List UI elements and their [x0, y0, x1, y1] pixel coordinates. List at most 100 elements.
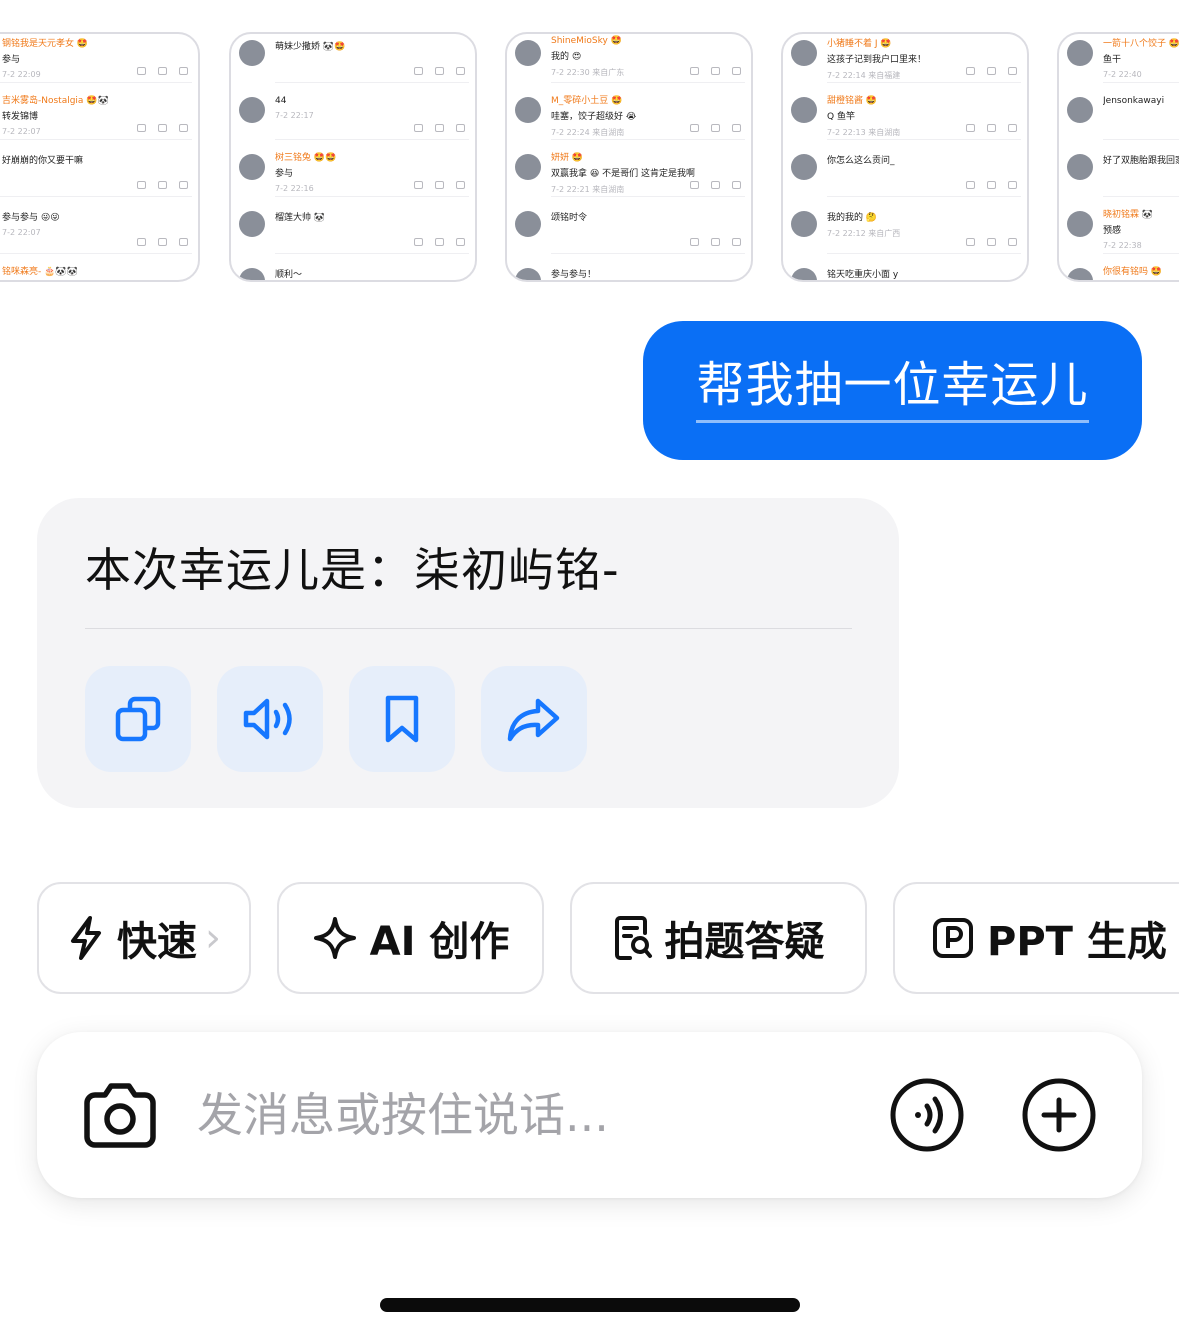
- comment-action-icons: [690, 238, 741, 246]
- comment-text: 你怎么这么贡问_: [827, 156, 895, 166]
- screenshot-thumbnail-5[interactable]: 一箭十八个饺子 🤩 鱼干 7-2 22:40 Jensonkawayi 好了双胞胎跟我回…: [1057, 32, 1179, 282]
- comment-meta: [275, 52, 467, 57]
- forward-icon: [966, 67, 975, 75]
- read-aloud-button[interactable]: [217, 666, 323, 772]
- comment-icon: [987, 238, 996, 246]
- comment-icon: [987, 181, 996, 189]
- share-button[interactable]: [481, 666, 587, 772]
- comment-text: 好了双胞胎跟我回家: [1103, 156, 1179, 166]
- avatar: [791, 97, 817, 123]
- comment-row: 参与参与 😜😜 7-2 22:07: [0, 197, 198, 254]
- reply-text: 本次幸运儿是：柒初屿铭-: [85, 543, 620, 597]
- user-message-bubble[interactable]: 帮我抽一位幸运儿: [643, 321, 1142, 460]
- chip-label: PPT 生成: [987, 919, 1167, 965]
- comment-name: [275, 83, 467, 93]
- chip-quick-mode[interactable]: 快速 ›: [37, 882, 251, 994]
- comment-icon: [435, 67, 444, 75]
- comment-meta: 7-2 22:40: [1103, 70, 1142, 79]
- comment-row: Jensonkawayi: [1059, 83, 1179, 140]
- avatar: [791, 40, 817, 66]
- screenshot-thumbnail-4[interactable]: 小猪睡不着 J 🤩 这孩子记到我户口里来！ 7-2 22:14 来自福建 甜橙铭酱 🤩…: [781, 32, 1029, 282]
- comment-icon: [158, 124, 167, 132]
- comment-icon: [711, 67, 720, 75]
- like-icon: [732, 124, 741, 132]
- comment-row: 你怎么这么贡问_: [783, 140, 1027, 197]
- comment-text: 颂铭时令: [551, 213, 588, 223]
- voice-button[interactable]: [889, 1077, 965, 1153]
- comment-name: 铭咪森亮- 🎂🐼🐼: [2, 267, 78, 277]
- comment-list: 一箭十八个饺子 🤩 鱼干 7-2 22:40 Jensonkawayi 好了双胞胎跟我回…: [1059, 34, 1179, 280]
- like-icon: [1008, 67, 1017, 75]
- comment-text: 参与参与 😜😜: [2, 213, 60, 223]
- comment-row: 甜橙铭酱 🤩 Q 鱼竿 7-2 22:13 来自湖南: [783, 83, 1027, 140]
- avatar: [239, 154, 265, 180]
- avatar: [1067, 40, 1093, 66]
- like-icon: [1008, 238, 1017, 246]
- comment-action-icons: [690, 181, 741, 189]
- camera-button[interactable]: [81, 1077, 159, 1153]
- plus-circle-icon: [1022, 1078, 1096, 1152]
- comment-icon: [987, 124, 996, 132]
- comment-name: M_零碎小土豆 🤩: [551, 96, 623, 106]
- chip-label: AI 创作: [369, 919, 510, 965]
- avatar: [239, 211, 265, 237]
- comment-name: [275, 197, 467, 207]
- like-icon: [732, 67, 741, 75]
- comment-row: 萌妹少撒娇 🐼🤩: [231, 34, 475, 83]
- comment-row: 颂铭时令: [507, 197, 751, 254]
- comment-meta: [827, 280, 1019, 282]
- add-attachment-button[interactable]: [1021, 1077, 1097, 1153]
- comment-meta: [551, 223, 743, 228]
- comment-meta: [275, 223, 467, 228]
- like-icon: [732, 238, 741, 246]
- comment-text: Jensonkawayi: [1103, 96, 1165, 106]
- comment-list: ShineMioSky 🤩 我的 😍 7-2 22:30 来自广东 M_零碎小土豆 🤩…: [507, 34, 751, 280]
- comment-name: [551, 254, 743, 264]
- avatar: [791, 154, 817, 180]
- screenshot-thumbnail-1[interactable]: 钢铭我是天元孝女 🤩 参与 7-2 22:09 吉米雾岛-Nostalgia 🤩🐼 转发…: [0, 32, 200, 282]
- screenshot-thumbnail-3[interactable]: ShineMioSky 🤩 我的 😍 7-2 22:30 来自广东 M_零碎小土豆 🤩…: [505, 32, 753, 282]
- chip-ai-creation[interactable]: AI 创作: [277, 882, 544, 994]
- comment-meta: [1103, 106, 1179, 111]
- comment-text: 我的 😍: [551, 52, 582, 62]
- comment-action-icons: [690, 124, 741, 132]
- sparkle-icon: [313, 917, 356, 959]
- comment-icon: [435, 181, 444, 189]
- comment-action-icons: [137, 238, 188, 246]
- comment-icon: [158, 238, 167, 246]
- screenshot-thumbnail-2[interactable]: 萌妹少撒娇 🐼🤩 44 7-2 22:17 树三铭兔 🤩🤩 参与 7-2 22:16 榴莲大…: [229, 32, 477, 282]
- forward-icon: [966, 181, 975, 189]
- chip-ppt-generate[interactable]: PPT 生成: [893, 882, 1179, 994]
- avatar: [239, 40, 265, 66]
- comment-row: 榴莲大帅 🐼: [231, 197, 475, 254]
- avatar: [515, 40, 541, 66]
- avatar: [515, 97, 541, 123]
- copy-button[interactable]: [85, 666, 191, 772]
- comment-name: 钢铭我是天元孝女 🤩: [2, 39, 89, 49]
- comment-text: 参与: [2, 277, 190, 280]
- comment-row: 妍妍 🤩 双赢我拿 😆 不是哥们 这肯定是我啊 7-2 22:21 来自湖南: [507, 140, 751, 197]
- comment-text: 预感 //@ 离了小猪: [1103, 277, 1179, 280]
- comment-row: 44 7-2 22:17: [231, 83, 475, 140]
- forward-icon: [690, 238, 699, 246]
- chip-photo-question[interactable]: 拍题答疑: [570, 882, 867, 994]
- comment-row: 一箭十八个饺子 🤩 鱼干 7-2 22:40: [1059, 34, 1179, 83]
- comment-icon: [711, 124, 720, 132]
- camera-icon: [84, 1083, 156, 1148]
- forward-icon: [137, 124, 146, 132]
- comment-text: 预感: [1103, 226, 1122, 236]
- comment-name: [551, 197, 743, 207]
- comment-list: 小猪睡不着 J 🤩 这孩子记到我户口里来！ 7-2 22:14 来自福建 甜橙铭酱 🤩…: [783, 34, 1027, 282]
- comment-row: 钢铭我是天元孝女 🤩 参与 7-2 22:09: [0, 34, 198, 83]
- comment-row: 好了双胞胎跟我回家: [1059, 140, 1179, 197]
- message-input[interactable]: [197, 1082, 797, 1148]
- comment-icon: [435, 238, 444, 246]
- comment-action-icons: [137, 67, 188, 75]
- comment-icon: [711, 238, 720, 246]
- comment-row: ShineMioSky 🤩 我的 😍 7-2 22:30 来自广东: [507, 34, 751, 83]
- chip-label: 快速: [117, 919, 197, 965]
- comment-action-icons: [414, 124, 465, 132]
- bookmark-button[interactable]: [349, 666, 455, 772]
- comment-text: Q 鱼竿: [827, 112, 855, 122]
- avatar: [1067, 268, 1093, 280]
